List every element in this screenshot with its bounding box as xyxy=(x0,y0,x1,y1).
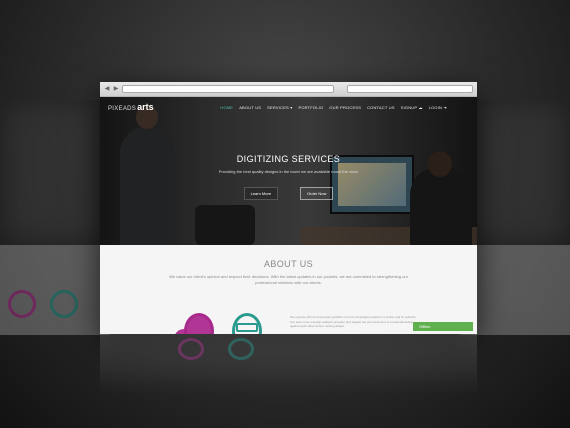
team-illustration xyxy=(170,313,280,334)
browser-reflection xyxy=(100,334,477,394)
nav-item-services[interactable]: SERVICES ▾ xyxy=(267,105,292,110)
site-navbar: PIXEADS arts HOME ABOUT US SERVICES ▾ PO… xyxy=(100,97,477,117)
browser-window: ◀ ▶ PIXEADS arts HOME ABOUT US SERVICES … xyxy=(100,82,477,334)
background-blurred-screen-left xyxy=(0,100,110,335)
back-arrow-icon[interactable]: ◀ xyxy=(104,86,110,92)
chat-status-badge[interactable]: Offline xyxy=(413,322,473,331)
reflection-decor-circle xyxy=(178,338,204,360)
about-title: ABOUT US xyxy=(263,259,314,269)
browser-search-bar[interactable] xyxy=(347,85,473,93)
logo-prefix: PIXEADS xyxy=(108,106,137,112)
order-now-button[interactable]: Order Now xyxy=(300,187,334,200)
forward-arrow-icon[interactable]: ▶ xyxy=(113,86,119,92)
reflection-decor-circle xyxy=(228,338,254,360)
nav-item-portfolio[interactable]: PORTFOLIO xyxy=(298,105,323,110)
hero-subtitle: Providing the best quality designs in th… xyxy=(218,169,359,174)
nav-item-home[interactable]: HOME xyxy=(220,105,233,110)
nav-item-signup[interactable]: SIGNUP ☁ xyxy=(401,105,423,110)
hero-content: DIGITIZING SERVICES Providing the best q… xyxy=(100,154,477,200)
logo-main: arts xyxy=(137,102,154,112)
hero-buttons: Learn More Order Now xyxy=(100,187,477,200)
hero-section: PIXEADS arts HOME ABOUT US SERVICES ▾ PO… xyxy=(100,97,477,245)
about-paragraph: We operate with an impressive portfolio … xyxy=(290,315,417,328)
nav-item-about[interactable]: ABOUT US xyxy=(239,105,261,110)
address-bar[interactable] xyxy=(122,85,334,93)
main-menu: HOME ABOUT US SERVICES ▾ PORTFOLIO OUR P… xyxy=(220,105,447,110)
browser-toolbar: ◀ ▶ xyxy=(100,82,477,97)
background-decor-circle xyxy=(8,290,36,318)
hero-title: DIGITIZING SERVICES xyxy=(236,154,341,164)
illustration-glasses xyxy=(236,323,258,332)
site-logo[interactable]: PIXEADS arts xyxy=(108,102,154,112)
learn-more-button[interactable]: Learn More xyxy=(243,187,279,200)
background-decor-circle xyxy=(50,290,78,318)
illustration-face-purple xyxy=(184,313,214,334)
about-intro: We value our client's opinion and respec… xyxy=(169,274,408,285)
nav-item-process[interactable]: OUR PROCESS xyxy=(329,105,361,110)
nav-item-login[interactable]: LOGIN ➜ xyxy=(429,105,447,110)
nav-item-contact[interactable]: CONTACT US xyxy=(367,105,395,110)
about-section: ABOUT US We value our client's opinion a… xyxy=(100,245,477,334)
